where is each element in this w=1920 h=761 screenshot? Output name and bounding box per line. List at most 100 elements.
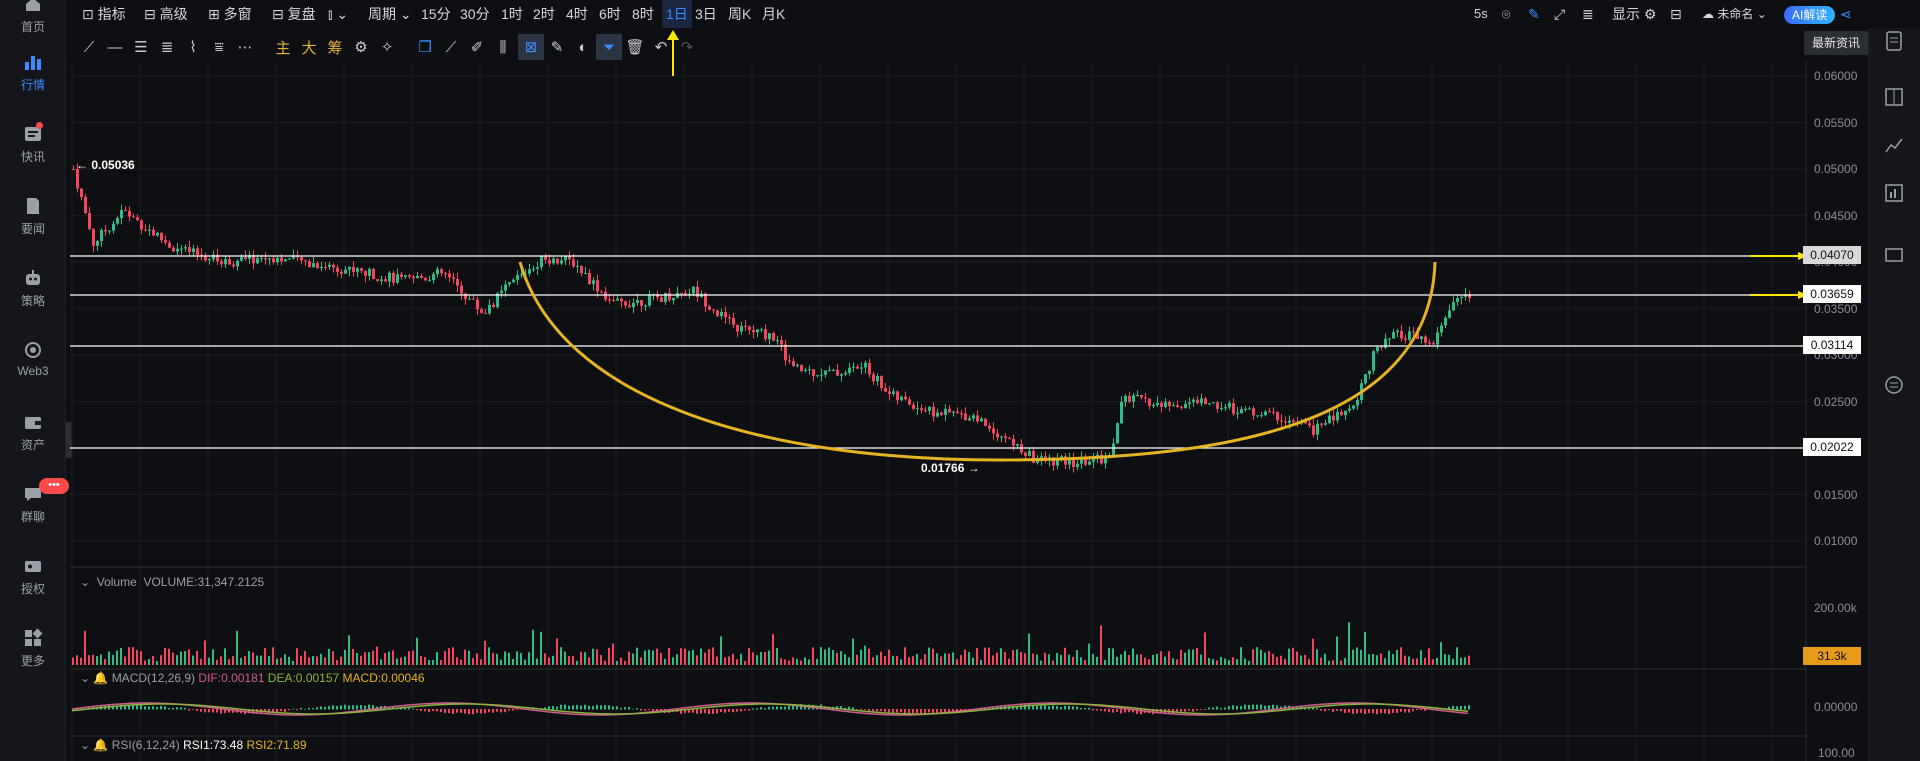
candle-body (1012, 438, 1015, 446)
volume-bar (352, 648, 354, 665)
volume-bar (1308, 659, 1310, 665)
candle-body (564, 256, 567, 261)
macd-bar (328, 706, 330, 710)
candle-body (1216, 402, 1219, 409)
candle-body (480, 309, 483, 313)
macd-bar (740, 709, 742, 712)
candle-body (540, 255, 543, 268)
volume-bar (716, 656, 718, 665)
macd-bar (144, 706, 146, 710)
price-chart[interactable] (0, 0, 1868, 761)
candle-body (104, 229, 107, 232)
candle-body (816, 375, 819, 377)
volume-bar (1268, 650, 1270, 665)
volume-bar (1464, 657, 1466, 665)
macd-bar (776, 706, 778, 710)
watchlist-icon[interactable] (1883, 244, 1905, 266)
macd-bar (352, 705, 354, 710)
candle-body (1272, 411, 1275, 413)
volume-bar (152, 656, 154, 665)
candle-body (928, 406, 931, 411)
volume-bar (76, 655, 78, 665)
macd-bar (416, 709, 418, 711)
macd-bar (168, 708, 170, 710)
candle-body (584, 272, 587, 274)
volume-bar (1272, 653, 1274, 665)
volume-bar (1112, 648, 1114, 665)
candle-body (76, 169, 79, 189)
candle-body (740, 325, 743, 332)
volume-bar (364, 652, 366, 665)
candle-body (976, 415, 979, 422)
high-price-marker: ← 0.05036 (76, 158, 135, 172)
orderbook-icon[interactable] (1883, 86, 1905, 108)
macd-bar (136, 705, 138, 710)
volume-bar (864, 645, 866, 665)
volume-bar (400, 657, 402, 665)
candle-body (184, 247, 187, 249)
candle-body (660, 297, 663, 302)
candle-body (664, 293, 667, 302)
candle-body (176, 248, 179, 252)
volume-bar (244, 656, 246, 665)
candle-body (116, 218, 119, 224)
right-sidebar (1868, 28, 1920, 761)
volume-bar (516, 651, 518, 665)
macd-bar (1336, 709, 1338, 711)
candle-body (932, 406, 935, 417)
volume-bar (1128, 655, 1130, 665)
macd-bar (860, 709, 862, 711)
candle-body (504, 284, 507, 291)
candle-body (1308, 423, 1311, 426)
macd-bar (1044, 704, 1046, 710)
volume-bar (252, 652, 254, 665)
candle-body (240, 256, 243, 261)
candle-body (968, 418, 971, 421)
macd-bar (1412, 709, 1414, 712)
candle-body (112, 223, 115, 231)
depth-chart-icon[interactable] (1883, 134, 1905, 156)
macd-bar (1092, 709, 1094, 711)
candle-body (268, 258, 271, 260)
macd-bar (1184, 709, 1186, 712)
candlesticks (72, 163, 1471, 473)
volume-bar (948, 653, 950, 665)
volume-bar (672, 657, 674, 665)
volume-bar (1220, 657, 1222, 665)
volume-bar (440, 660, 442, 665)
candle-body (756, 329, 759, 333)
volume-bar (624, 660, 626, 665)
macd-bar (552, 705, 554, 710)
trades-icon[interactable] (1883, 182, 1905, 204)
macd-bar (900, 709, 902, 713)
news-panel-icon[interactable] (1883, 30, 1905, 52)
volume-bar (240, 658, 242, 665)
candle-body (472, 298, 475, 300)
volume-bar (408, 651, 410, 665)
macd-bar (432, 709, 434, 711)
rsi-collapse-icon[interactable]: ⌄ 🔔 (80, 738, 108, 752)
volume-bar (1172, 658, 1174, 665)
candle-body (840, 374, 843, 376)
rsi-1: RSI1:73.48 (183, 738, 244, 752)
candle-body (1132, 395, 1135, 402)
swap-icon[interactable] (1883, 374, 1905, 396)
rsi-title: RSI(6,12,24) (111, 738, 180, 752)
macd-collapse-icon[interactable]: ⌄ 🔔 (80, 671, 108, 685)
volume-bar (484, 640, 486, 665)
volume-bar (568, 656, 570, 665)
candle-body (884, 388, 887, 392)
volume-bar (464, 649, 466, 665)
volume-bar (776, 648, 778, 665)
volume-bar (912, 656, 914, 665)
candle-body (604, 291, 607, 300)
macd-bar (420, 709, 422, 711)
volume-bar (888, 649, 890, 665)
macd-bar (760, 707, 762, 710)
volume-bar (968, 652, 970, 665)
candle-body (108, 230, 111, 232)
candle-body (420, 275, 423, 278)
candle-body (508, 282, 511, 285)
candle-body (392, 272, 395, 283)
volume-bar (1168, 651, 1170, 665)
